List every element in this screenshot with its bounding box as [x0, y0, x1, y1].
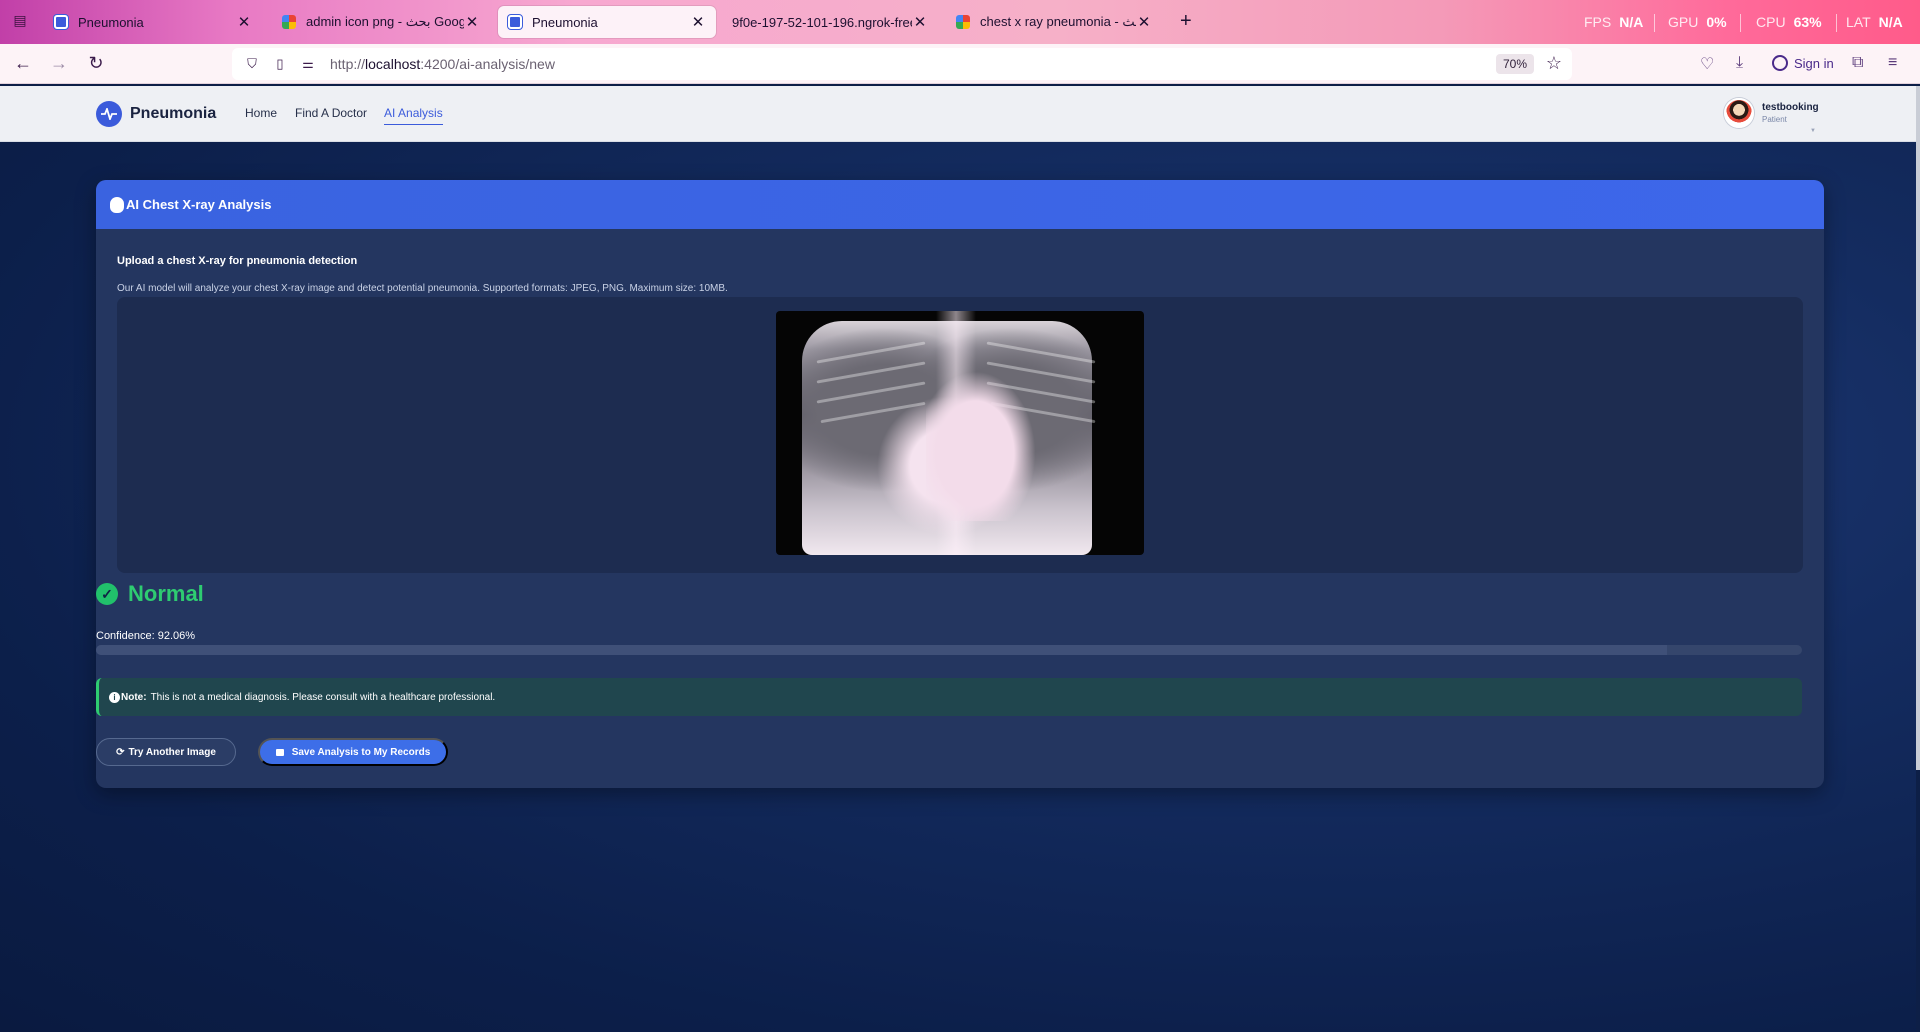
fps-label: FPS — [1584, 14, 1612, 30]
save-button-label: Save Analysis to My Records — [291, 746, 431, 758]
browser-toolbar: ← → ↻ ⛉ ▯ ⚌ http://localhost:4200/ai-ana… — [0, 44, 1920, 84]
cpu-readout: CPU 63% — [1756, 14, 1822, 30]
user-name: testbooking — [1762, 102, 1819, 113]
zoom-level[interactable]: 70% — [1495, 54, 1534, 74]
result-label: Normal — [128, 581, 204, 606]
close-icon[interactable]: ✕ — [236, 13, 252, 31]
upload-title: Upload a chest X-ray for pneumonia detec… — [117, 255, 358, 267]
confidence-bar — [96, 645, 1802, 655]
cpu-value: 63% — [1793, 14, 1822, 30]
fps-readout: FPS N/A — [1584, 14, 1643, 30]
app-header: Pneumonia Home Find A Doctor AI Analysis… — [0, 86, 1920, 142]
shield-icon[interactable]: ⛉ — [244, 56, 260, 72]
heartbeat-icon — [96, 101, 122, 127]
google-favicon-icon — [956, 15, 970, 29]
tab-title: admin icon png - بحث Google — [306, 14, 464, 29]
reload-icon[interactable]: ↻ — [85, 53, 107, 74]
close-icon[interactable]: ✕ — [912, 13, 928, 31]
forward-icon[interactable]: → — [48, 53, 70, 74]
sign-in-button[interactable]: Sign in — [1772, 55, 1834, 71]
save-icon — [275, 748, 284, 756]
tab-title: 9f0e-197-52-101-196.ngrok-free.ap — [732, 14, 912, 30]
menu-icon[interactable]: ≡ — [1888, 54, 1897, 72]
disclaimer-note: i Note: This is not a medical diagnosis.… — [96, 678, 1802, 716]
tab-title: chest x ray pneumonia - بحث Gi — [980, 14, 1136, 29]
brand[interactable]: Pneumonia — [96, 101, 216, 127]
lat-label: LAT — [1846, 14, 1871, 30]
browser-tab[interactable]: chest x ray pneumonia - بحث Gi ✕ — [946, 6, 1162, 38]
browser-tab[interactable]: Pneumonia ✕ — [44, 6, 262, 38]
try-another-image-button[interactable]: ⟳ Try Another Image — [96, 738, 236, 766]
nav-home[interactable]: Home — [245, 106, 277, 120]
browser-tab[interactable]: admin icon png - بحث Google ✕ — [272, 6, 490, 38]
tab-title: Pneumonia — [78, 14, 144, 30]
account-icon — [1772, 55, 1788, 71]
new-tab-button[interactable]: + — [1180, 10, 1192, 33]
extensions-icon[interactable]: ⧉ — [1852, 54, 1863, 72]
close-icon[interactable]: ✕ — [1136, 13, 1152, 31]
download-icon[interactable]: ⤓ — [1736, 54, 1743, 72]
gpu-label: GPU — [1668, 14, 1699, 30]
pneumonia-favicon-icon — [508, 15, 522, 29]
lat-value: N/A — [1878, 14, 1903, 30]
chevron-down-icon: ▼ — [1810, 128, 1816, 134]
fps-value: N/A — [1619, 14, 1644, 30]
page-icon[interactable]: ▯ — [272, 56, 288, 72]
card-header: AI Chest X-ray Analysis — [96, 180, 1824, 229]
url-text[interactable]: http://localhost:4200/ai-analysis/new — [330, 56, 555, 72]
xray-image — [776, 311, 1144, 555]
cpu-label: CPU — [1756, 14, 1786, 30]
pocket-icon[interactable]: ♡ — [1700, 54, 1714, 74]
confidence-bar-fill — [96, 645, 1667, 655]
xray-heart — [926, 371, 1036, 521]
close-icon[interactable]: ✕ — [464, 13, 480, 31]
close-icon[interactable]: ✕ — [690, 13, 706, 31]
back-icon[interactable]: ← — [12, 53, 34, 74]
gpu-value: 0% — [1706, 14, 1727, 30]
save-analysis-button[interactable]: Save Analysis to My Records — [258, 738, 448, 766]
user-menu[interactable]: testbooking Patient ▼ — [1724, 98, 1819, 134]
try-button-label: Try Another Image — [128, 746, 216, 758]
google-favicon-icon — [282, 15, 296, 29]
upload-description: Our AI model will analyze your chest X-r… — [117, 283, 728, 294]
nav-find-doctor[interactable]: Find A Doctor — [295, 106, 367, 120]
result-status: ✓ Normal — [96, 581, 204, 607]
user-role: Patient — [1762, 115, 1787, 124]
browser-tab-bar: ▤ Pneumonia ✕ admin icon png - بحث Googl… — [0, 0, 1920, 44]
note-text: This is not a medical diagnosis. Please … — [150, 691, 496, 703]
card-title: AI Chest X-ray Analysis — [126, 197, 272, 212]
info-icon: i — [109, 691, 120, 703]
sign-in-label: Sign in — [1794, 55, 1834, 71]
url-field[interactable]: ⛉ ▯ ⚌ http://localhost:4200/ai-analysis/… — [232, 48, 1572, 80]
gpu-readout: GPU 0% — [1668, 14, 1727, 30]
bookmark-star-icon[interactable]: ☆ — [1546, 53, 1562, 74]
note-label: Note: — [121, 691, 147, 703]
browser-tab[interactable]: 9f0e-197-52-101-196.ngrok-free.ap ✕ — [722, 6, 938, 38]
nav-ai-analysis[interactable]: AI Analysis — [384, 106, 443, 125]
brain-icon — [110, 196, 124, 213]
permissions-icon[interactable]: ⚌ — [300, 56, 316, 72]
brand-name: Pneumonia — [130, 105, 217, 122]
refresh-icon: ⟳ — [116, 746, 125, 758]
avatar — [1724, 98, 1754, 128]
pneumonia-favicon-icon — [54, 15, 68, 29]
lat-readout: LAT N/A — [1846, 14, 1903, 30]
confidence-text: Confidence: 92.06% — [96, 630, 196, 642]
check-circle-icon: ✓ — [96, 583, 118, 605]
tab-list-icon[interactable]: ▤ — [10, 12, 30, 32]
page-scrollbar[interactable] — [1916, 86, 1920, 770]
tab-title: Pneumonia — [532, 14, 598, 30]
browser-tab-active[interactable]: Pneumonia ✕ — [498, 6, 716, 38]
